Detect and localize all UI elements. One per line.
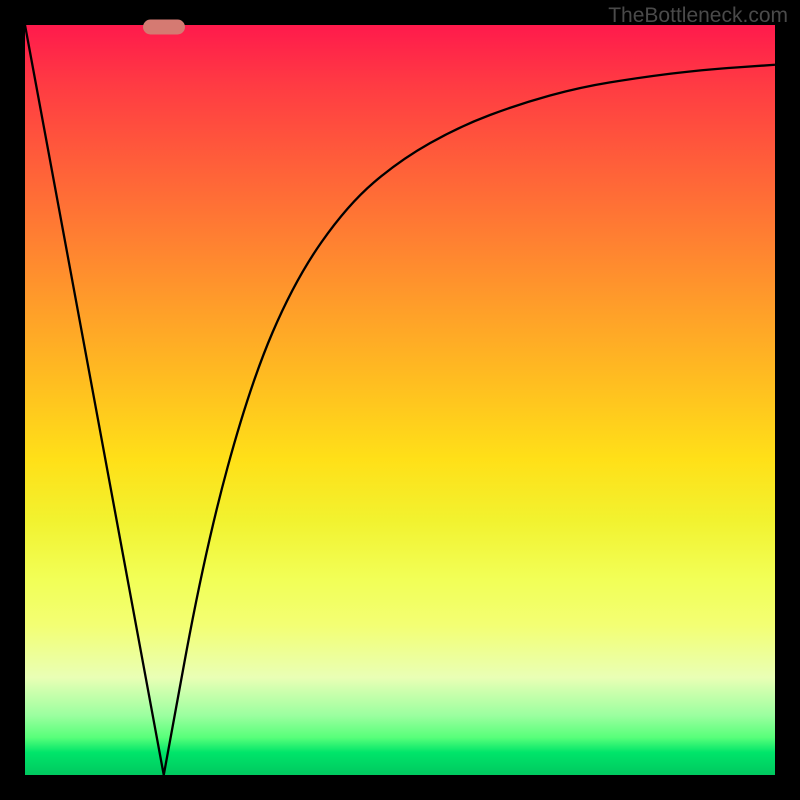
chart-frame: TheBottleneck.com xyxy=(0,0,800,800)
background-gradient xyxy=(25,25,775,775)
plot-area xyxy=(25,25,775,775)
watermark-label: TheBottleneck.com xyxy=(608,4,788,28)
optimal-marker xyxy=(143,19,185,34)
